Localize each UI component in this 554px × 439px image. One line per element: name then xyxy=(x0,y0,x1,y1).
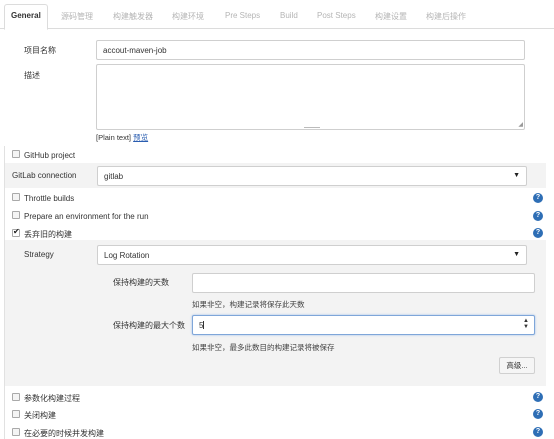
prepare-env-checkbox[interactable] xyxy=(12,211,20,219)
tab-pre-steps[interactable]: Pre Steps xyxy=(225,11,260,20)
days-to-keep-label: 保持构建的天数 xyxy=(113,278,169,287)
description-label: 描述 xyxy=(24,71,40,80)
strategy-select[interactable]: Log Rotation ▼ xyxy=(97,245,527,265)
chevron-down-icon: ▼ xyxy=(513,172,520,179)
throttle-builds-label: Throttle builds xyxy=(24,194,75,203)
advanced-button[interactable]: 高级... xyxy=(499,357,535,374)
concurrent-build-checkbox[interactable] xyxy=(12,428,20,436)
textarea-grip[interactable] xyxy=(304,127,320,128)
help-icon[interactable]: ? xyxy=(533,193,543,203)
github-project-label: GitHub project xyxy=(24,151,76,160)
description-textarea[interactable]: ◢ xyxy=(96,64,525,130)
gitlab-connection-select[interactable]: gitlab ▼ xyxy=(97,166,527,186)
disable-build-checkbox[interactable] xyxy=(12,410,20,418)
project-name-label: 项目名称 xyxy=(24,46,56,55)
strategy-value: Log Rotation xyxy=(104,251,150,260)
tab-build-environment[interactable]: 构建环境 xyxy=(172,11,204,22)
days-to-keep-input[interactable] xyxy=(192,273,535,293)
max-builds-label: 保持构建的最大个数 xyxy=(113,321,185,330)
tab-build[interactable]: Build xyxy=(280,11,298,20)
help-icon[interactable]: ? xyxy=(533,228,543,238)
markup-format: [Plain text] 预览 xyxy=(96,132,148,143)
help-icon[interactable]: ? xyxy=(533,392,543,402)
number-stepper-icon[interactable]: ▲ ▼ xyxy=(523,318,529,330)
max-builds-input[interactable]: 5 ▲ ▼ xyxy=(192,315,535,335)
plain-text-label: [Plain text] xyxy=(96,133,132,142)
gitlab-connection-label: GitLab connection xyxy=(12,171,77,180)
resize-handle-icon[interactable]: ◢ xyxy=(518,122,523,128)
disable-build-label: 关闭构建 xyxy=(24,411,56,420)
parameterized-checkbox[interactable] xyxy=(12,393,20,401)
max-builds-hint: 如果非空，最多此数目的构建记录将被保存 xyxy=(192,343,335,352)
tab-post-build-actions[interactable]: 构建后操作 xyxy=(426,11,466,22)
preview-link[interactable]: 预览 xyxy=(133,133,148,142)
days-to-keep-hint: 如果非空，构建记录将保存此天数 xyxy=(192,300,305,309)
strategy-label: Strategy xyxy=(24,250,54,259)
help-icon[interactable]: ? xyxy=(533,409,543,419)
tab-build-settings[interactable]: 构建设置 xyxy=(375,11,407,22)
tab-post-steps[interactable]: Post Steps xyxy=(317,11,356,20)
discard-old-builds-checkbox[interactable] xyxy=(12,227,20,237)
tab-general[interactable]: General xyxy=(4,4,48,30)
tab-build-triggers[interactable]: 构建触发器 xyxy=(113,11,153,22)
gitlab-connection-value: gitlab xyxy=(104,172,124,181)
discard-old-builds-label: 丢弃旧的构建 xyxy=(24,230,72,239)
help-icon[interactable]: ? xyxy=(533,211,543,221)
chevron-down-icon: ▼ xyxy=(513,251,520,258)
tab-source-control[interactable]: 源码管理 xyxy=(61,11,93,22)
github-project-checkbox[interactable] xyxy=(12,150,20,158)
parameterized-label: 参数化构建过程 xyxy=(24,394,80,403)
prepare-env-label: Prepare an environment for the run xyxy=(24,212,149,221)
throttle-builds-checkbox[interactable] xyxy=(12,193,20,201)
help-icon[interactable]: ? xyxy=(533,427,543,437)
config-tab-bar: General 源码管理 构建触发器 构建环境 Pre Steps Build … xyxy=(0,0,554,30)
project-name-input[interactable]: accout-maven-job xyxy=(96,40,525,60)
concurrent-build-label: 在必要的时候并发构建 xyxy=(24,429,104,438)
